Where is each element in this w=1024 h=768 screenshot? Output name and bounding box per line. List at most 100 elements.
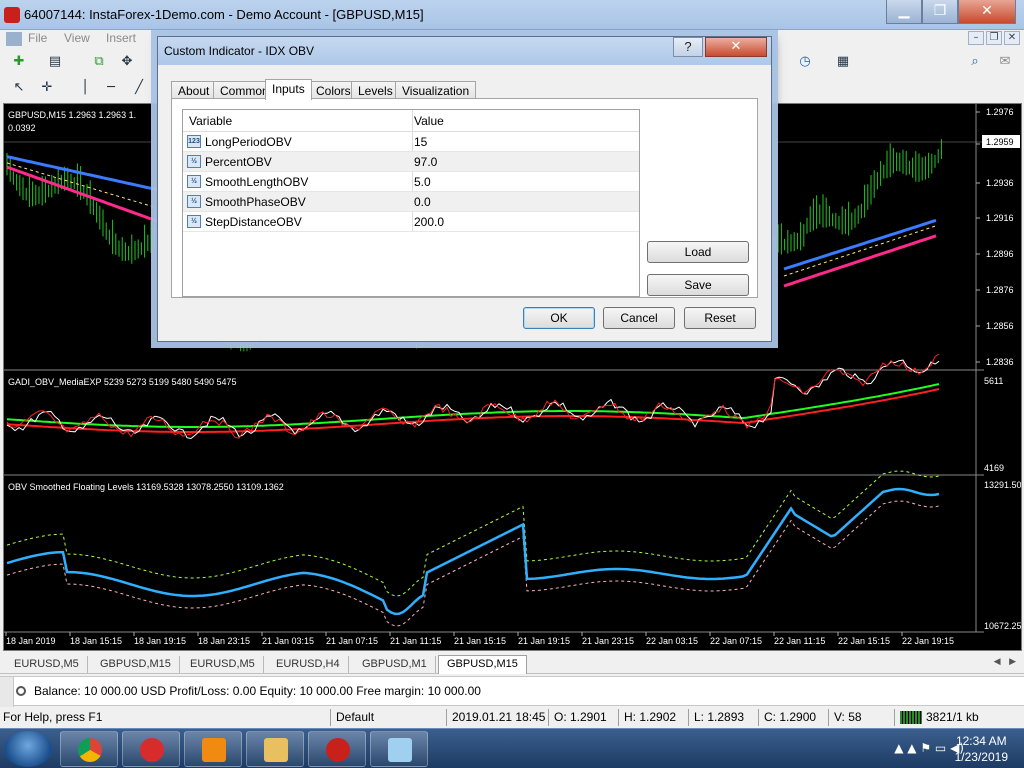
- chrome-task[interactable]: [60, 731, 118, 767]
- taskbar: ▲ ▲ ⚑ ▭ ◀) 12:34 AM 1/23/2019: [0, 728, 1024, 768]
- vlc-task[interactable]: [184, 731, 242, 767]
- chart-tab[interactable]: GBPUSD,M1: [354, 656, 436, 673]
- param-value[interactable]: 200.0: [414, 215, 444, 229]
- param-name: PercentOBV: [205, 155, 272, 169]
- time-tick-label: 21 Jan 19:15: [518, 636, 570, 646]
- dialog-close-button[interactable]: ✕: [705, 37, 767, 57]
- time-tick-label: 22 Jan 15:15: [838, 636, 890, 646]
- tab-visualization[interactable]: Visualization: [395, 81, 477, 99]
- save-button[interactable]: Save: [647, 274, 749, 296]
- time-tick-label: 18 Jan 23:15: [198, 636, 250, 646]
- tab-about[interactable]: About: [171, 81, 217, 99]
- param-name: SmoothLengthOBV: [205, 175, 309, 189]
- connection-bars-icon: [900, 711, 922, 724]
- menu-file[interactable]: File: [28, 31, 47, 45]
- chart-tab[interactable]: EURUSD,M5: [6, 656, 88, 673]
- status-close: C: 1.2900: [764, 710, 817, 724]
- clock[interactable]: 12:34 AM 1/23/2019: [955, 733, 1008, 765]
- param-value[interactable]: 5.0: [414, 175, 431, 189]
- column-variable[interactable]: Variable: [189, 114, 232, 128]
- param-value[interactable]: 15: [414, 135, 427, 149]
- obv-bottom-value: 10672.25: [984, 621, 1021, 631]
- price-tick-label: 1.2856: [986, 321, 1014, 331]
- mdi-restore-button[interactable]: ❐: [986, 31, 1002, 45]
- tab-levels[interactable]: Levels: [351, 81, 400, 99]
- table-row[interactable]: 123 LongPeriodOBV 15: [183, 132, 639, 152]
- media-task[interactable]: [122, 731, 180, 767]
- param-value[interactable]: 0.0: [414, 195, 431, 209]
- load-button[interactable]: Load: [647, 241, 749, 263]
- param-name: StepDistanceOBV: [205, 215, 302, 229]
- chart-tab[interactable]: GBPUSD,M15: [92, 656, 180, 673]
- double-type-icon: ½: [187, 175, 201, 188]
- main-chart-sublabel: 0.0392: [8, 123, 36, 133]
- balance-text: Balance: 10 000.00 USD Profit/Loss: 0.00…: [34, 684, 481, 698]
- menu-insert[interactable]: Insert: [106, 31, 136, 45]
- search-icon[interactable]: ⌕: [966, 53, 984, 71]
- grid-header: Variable Value: [183, 110, 639, 132]
- time-axis: 18 Jan 2019 18 Jan 15:15 18 Jan 19:15 18 Ja…: [5, 632, 954, 646]
- reset-button[interactable]: Reset: [684, 307, 756, 329]
- table-row[interactable]: ½ SmoothPhaseOBV 0.0: [183, 192, 639, 212]
- ok-button[interactable]: OK: [523, 307, 595, 329]
- crosshair-icon[interactable]: ✛: [38, 79, 56, 97]
- time-tick-label: 21 Jan 11:15: [390, 636, 441, 646]
- navigator-icon[interactable]: ✥: [118, 53, 136, 71]
- mdi-close-button[interactable]: ✕: [1004, 31, 1020, 45]
- periods-icon[interactable]: ◷: [796, 53, 814, 71]
- cancel-button[interactable]: Cancel: [603, 307, 675, 329]
- status-datetime: 2019.01.21 18:45: [452, 710, 546, 724]
- chart-tab-active[interactable]: GBPUSD,M15: [438, 655, 527, 674]
- param-value[interactable]: 97.0: [414, 155, 437, 169]
- start-button[interactable]: [4, 731, 52, 767]
- chart-tab[interactable]: EURUSD,M5: [182, 656, 264, 673]
- inputs-grid: Variable Value 123 LongPeriodOBV 15 ½ Pe…: [182, 109, 640, 297]
- table-row[interactable]: ½ StepDistanceOBV 200.0: [183, 212, 639, 232]
- table-row[interactable]: ½ PercentOBV 97.0: [183, 152, 639, 172]
- horizontal-line-icon[interactable]: ─: [102, 79, 120, 97]
- maximize-button[interactable]: ❐: [922, 0, 958, 24]
- cursor-icon[interactable]: ↖: [10, 79, 28, 97]
- status-high: H: 1.2902: [624, 710, 677, 724]
- trendline-icon[interactable]: ╱: [130, 79, 148, 97]
- time-tick-label: 22 Jan 03:15: [646, 636, 698, 646]
- tab-scroll-arrows[interactable]: ◀ ▶: [994, 657, 1016, 667]
- terminal-sidebar[interactable]: [0, 677, 14, 707]
- time-tick-label: 21 Jan 03:15: [262, 636, 314, 646]
- templates-icon[interactable]: ▦: [834, 53, 852, 71]
- market-watch-icon[interactable]: ⧉: [90, 53, 108, 71]
- system-tray-icons[interactable]: ▲ ▲ ⚑ ▭ ◀): [894, 741, 964, 755]
- dialog-title: Custom Indicator - IDX OBV: [164, 44, 315, 58]
- price-tick-label: 1.2976: [986, 107, 1014, 117]
- chat-icon[interactable]: ✉: [996, 53, 1014, 71]
- status-traffic[interactable]: 3821/1 kb: [926, 710, 979, 724]
- close-button[interactable]: ✕: [958, 0, 1016, 24]
- chart-window-icon[interactable]: [6, 32, 22, 46]
- window-title: 64007144: InstaForex-1Demo.com - Demo Ac…: [24, 7, 424, 22]
- minimize-button[interactable]: ▁: [886, 0, 922, 24]
- status-volume: V: 58: [834, 710, 862, 724]
- status-low: L: 1.2893: [694, 710, 745, 724]
- terminal-panel: Balance: 10 000.00 USD Profit/Loss: 0.00…: [0, 676, 1024, 707]
- explorer-task[interactable]: [246, 731, 304, 767]
- vertical-line-icon[interactable]: │: [76, 79, 94, 97]
- status-profile[interactable]: Default: [336, 710, 374, 724]
- chart-tab[interactable]: EURUSD,H4: [268, 656, 349, 673]
- menu-view[interactable]: View: [64, 31, 90, 45]
- mdi-minimize-button[interactable]: –: [968, 31, 984, 45]
- tab-inputs[interactable]: Inputs: [265, 79, 312, 100]
- param-name: SmoothPhaseOBV: [205, 195, 306, 209]
- metatrader-task[interactable]: [308, 731, 366, 767]
- obv-smoothed-lines: [6, 470, 940, 627]
- time-tick-label: 22 Jan 19:15: [902, 636, 954, 646]
- new-chart-icon[interactable]: ✚: [10, 53, 28, 71]
- profiles-icon[interactable]: ▤: [46, 53, 64, 71]
- metatrader-logo-icon: [4, 7, 20, 23]
- double-type-icon: ½: [187, 195, 201, 208]
- table-row[interactable]: ½ SmoothLengthOBV 5.0: [183, 172, 639, 192]
- price-tick-label: 1.2936: [986, 178, 1014, 188]
- column-value[interactable]: Value: [414, 114, 444, 128]
- gadi-green-smooth: [6, 383, 940, 428]
- notes-task[interactable]: [370, 731, 428, 767]
- dialog-help-button[interactable]: ?: [673, 37, 703, 57]
